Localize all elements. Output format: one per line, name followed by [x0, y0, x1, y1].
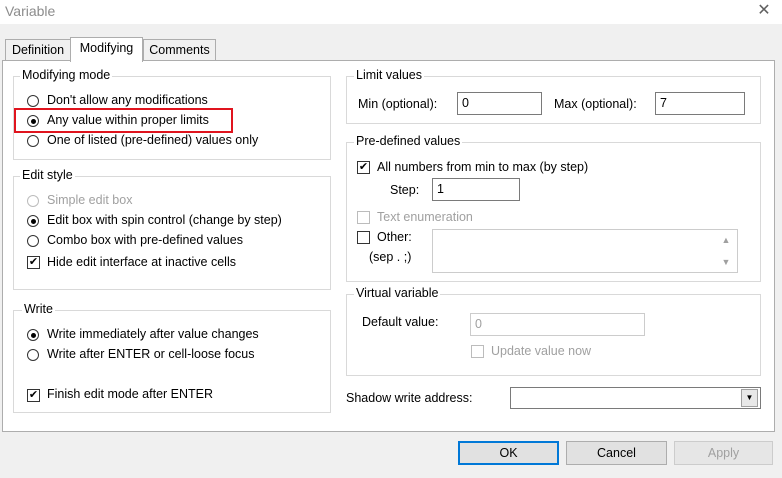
tab-definition[interactable]: Definition — [5, 39, 71, 60]
radio-write-immediately[interactable] — [27, 329, 39, 341]
title-bar — [0, 0, 782, 24]
shadow-write-label: Shadow write address: — [346, 391, 473, 405]
step-input[interactable]: 1 — [432, 178, 520, 201]
checkbox-other-label: Other: — [377, 230, 412, 244]
radio-listed-only-label: One of listed (pre-defined) values only — [47, 133, 259, 147]
max-label: Max (optional): — [554, 97, 637, 111]
edit-style-label: Edit style — [20, 168, 75, 182]
checkbox-hide-edit-label: Hide edit interface at inactive cells — [47, 255, 236, 269]
radio-dont-allow[interactable] — [27, 95, 39, 107]
checkbox-all-numbers-label: All numbers from min to max (by step) — [377, 160, 589, 174]
radio-spin-control-label: Edit box with spin control (change by st… — [47, 213, 282, 227]
radio-combo-box[interactable] — [27, 235, 39, 247]
radio-write-after-enter-label: Write after ENTER or cell-loose focus — [47, 347, 255, 361]
tab-comments[interactable]: Comments — [143, 39, 216, 60]
write-label: Write — [22, 302, 55, 316]
radio-write-after-enter[interactable] — [27, 349, 39, 361]
other-values-textarea[interactable] — [432, 229, 738, 273]
cancel-button[interactable]: Cancel — [566, 441, 667, 465]
virtual-variable-label: Virtual variable — [354, 286, 441, 300]
radio-write-immediately-label: Write immediately after value changes — [47, 327, 259, 341]
step-label: Step: — [390, 183, 420, 197]
radio-simple-edit-label: Simple edit box — [47, 193, 133, 207]
max-input[interactable]: 7 — [655, 92, 745, 115]
radio-listed-only[interactable] — [27, 135, 39, 147]
checkbox-update-now-label: Update value now — [491, 344, 592, 358]
checkbox-all-numbers[interactable]: ✔ — [357, 161, 370, 174]
radio-combo-box-label: Combo box with pre-defined values — [47, 233, 243, 247]
radio-spin-control[interactable] — [27, 215, 39, 227]
scroll-up-icon[interactable]: ▲ — [719, 233, 733, 247]
window-title: Variable — [5, 3, 56, 19]
predefined-values-label: Pre-defined values — [354, 134, 463, 148]
checkbox-other[interactable] — [357, 231, 370, 244]
min-label: Min (optional): — [358, 97, 438, 111]
min-input[interactable]: 0 — [457, 92, 542, 115]
checkbox-text-enum[interactable] — [357, 211, 370, 224]
checkbox-text-enum-label: Text enumeration — [377, 210, 473, 224]
tab-modifying[interactable]: Modifying — [70, 37, 143, 62]
chevron-down-icon[interactable]: ▼ — [741, 389, 758, 407]
default-value-input[interactable]: 0 — [470, 313, 645, 336]
default-value-label: Default value: — [362, 315, 439, 329]
scroll-down-icon[interactable]: ▼ — [719, 255, 733, 269]
apply-button[interactable]: Apply — [674, 441, 773, 465]
radio-dont-allow-label: Don't allow any modifications — [47, 93, 208, 107]
close-icon[interactable]: ✕ — [750, 0, 778, 22]
sep-label: (sep . ;) — [369, 250, 412, 264]
checkbox-finish-edit-label: Finish edit mode after ENTER — [47, 387, 214, 401]
ok-button[interactable]: OK — [458, 441, 559, 465]
limit-values-label: Limit values — [354, 68, 424, 82]
checkbox-hide-edit[interactable]: ✔ — [27, 256, 40, 269]
radio-simple-edit[interactable] — [27, 195, 39, 207]
shadow-write-select[interactable] — [510, 387, 761, 409]
modifying-mode-label: Modifying mode — [20, 68, 113, 82]
highlight-box — [14, 108, 233, 133]
checkbox-update-now[interactable] — [471, 345, 484, 358]
checkbox-finish-edit[interactable]: ✔ — [27, 389, 40, 402]
